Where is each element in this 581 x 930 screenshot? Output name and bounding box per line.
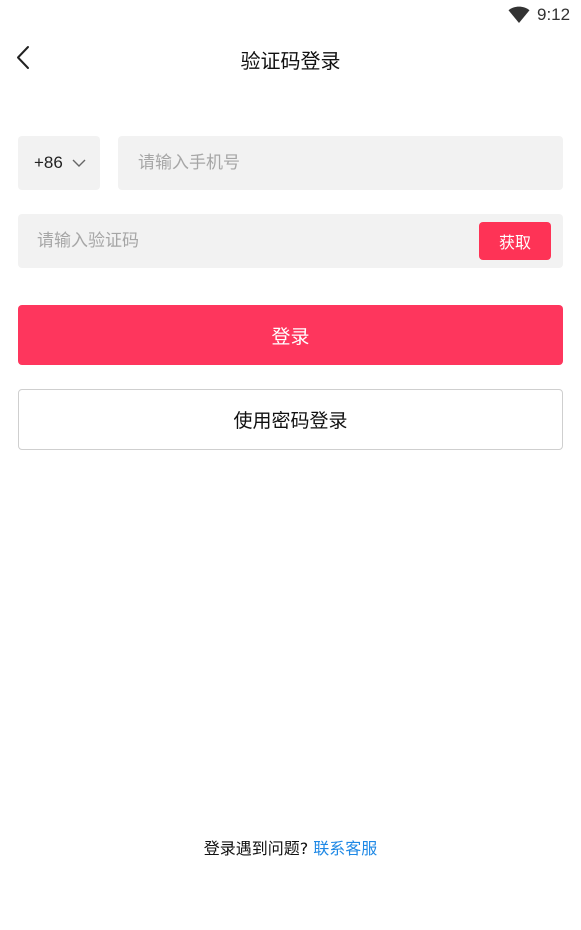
verification-code-row: 获取 [18,214,563,268]
country-code-label: +86 [34,153,63,172]
login-help: 登录遇到问题? 联系客服 [0,835,581,859]
chevron-down-icon [72,159,86,167]
country-code-selector[interactable]: +86 [18,136,100,190]
status-time: 9:12 [537,5,571,24]
login-button[interactable]: 登录 [18,305,563,365]
page-title: 验证码登录 [240,49,341,73]
password-login-button[interactable]: 使用密码登录 [18,389,563,450]
header: 验证码登录 [0,36,581,80]
status-bar: 9:12 [0,0,581,30]
contact-support-link[interactable]: 联系客服 [313,839,377,858]
wifi-icon [508,6,530,23]
get-code-button[interactable]: 获取 [479,222,551,260]
verification-code-input[interactable] [18,214,458,268]
login-help-text: 登录遇到问题? [203,839,309,858]
phone-input[interactable] [118,136,563,190]
